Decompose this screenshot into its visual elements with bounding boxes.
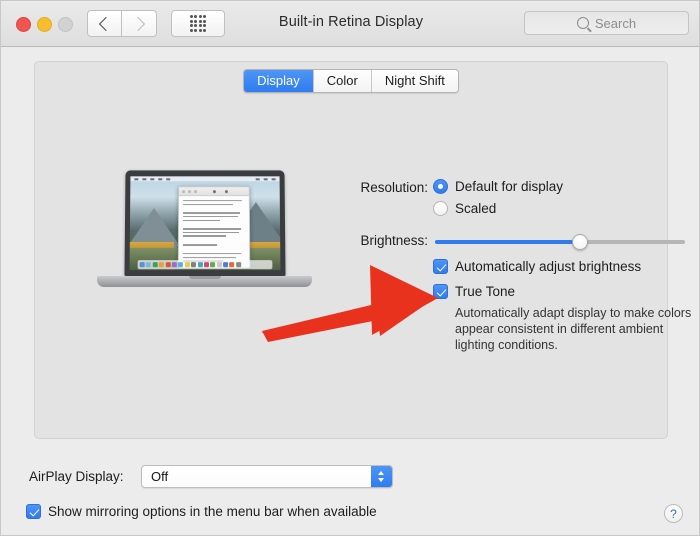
slider-track[interactable] [435,240,685,244]
airplay-display-value: Off [151,469,169,484]
auto-brightness-checkbox-row[interactable]: Automatically adjust brightness [433,259,641,274]
brightness-label: Brightness: [360,233,428,248]
laptop-screen [129,176,281,271]
true-tone-description: Automatically adapt display to make colo… [455,306,692,352]
show-mirroring-checkbox[interactable] [26,504,41,519]
slider-thumb[interactable] [572,234,588,250]
resolution-option-default[interactable]: Default for display [433,179,563,194]
question-mark-icon: ? [670,506,677,521]
simulated-dock [137,260,273,270]
simulated-menu-bar [130,176,280,182]
tab-color[interactable]: Color [312,70,371,92]
simulated-document-text [179,196,250,268]
brightness-slider[interactable] [435,234,685,250]
chevron-updown-icon[interactable] [371,466,392,487]
laptop-base [97,276,312,287]
tab-night-shift[interactable]: Night Shift [370,70,458,92]
laptop-lid [124,170,286,277]
search-placeholder: Search [594,15,637,31]
simulated-textedit-window [177,186,251,269]
auto-brightness-label: Automatically adjust brightness [455,259,642,274]
search-input[interactable]: Search [524,11,689,35]
laptop-notch [188,276,221,279]
window-titlebar: Built-in Retina Display Search [1,1,699,47]
resolution-label: Resolution: [360,180,428,195]
true-tone-checkbox[interactable] [433,284,448,299]
show-mirroring-checkbox-row[interactable]: Show mirroring options in the menu bar w… [26,504,377,519]
tab-bar: Display Color Night Shift [1,69,699,93]
slider-fill [435,240,580,244]
display-settings-panel: Resolution: Default for display Scaled B… [34,61,691,439]
airplay-display-select[interactable]: Off [141,465,393,488]
help-button[interactable]: ? [664,504,683,523]
tab-display[interactable]: Display [244,70,313,92]
radio-button-selected[interactable] [433,179,448,194]
resolution-option-label: Default for display [455,179,564,194]
search-icon [576,17,589,29]
resolution-option-scaled[interactable]: Scaled [433,201,496,216]
show-mirroring-label: Show mirroring options in the menu bar w… [48,504,377,519]
radio-button-unselected[interactable] [433,201,448,216]
true-tone-checkbox-row[interactable]: True Tone [433,284,515,299]
macbook-preview-image [97,170,312,310]
resolution-option-label: Scaled [455,201,497,216]
airplay-display-label: AirPlay Display: [29,469,124,484]
system-preferences-window: Built-in Retina Display Search Resolutio… [0,0,700,536]
true-tone-label: True Tone [455,284,516,299]
auto-brightness-checkbox[interactable] [433,259,448,274]
simulated-window-titlebar [179,187,249,197]
